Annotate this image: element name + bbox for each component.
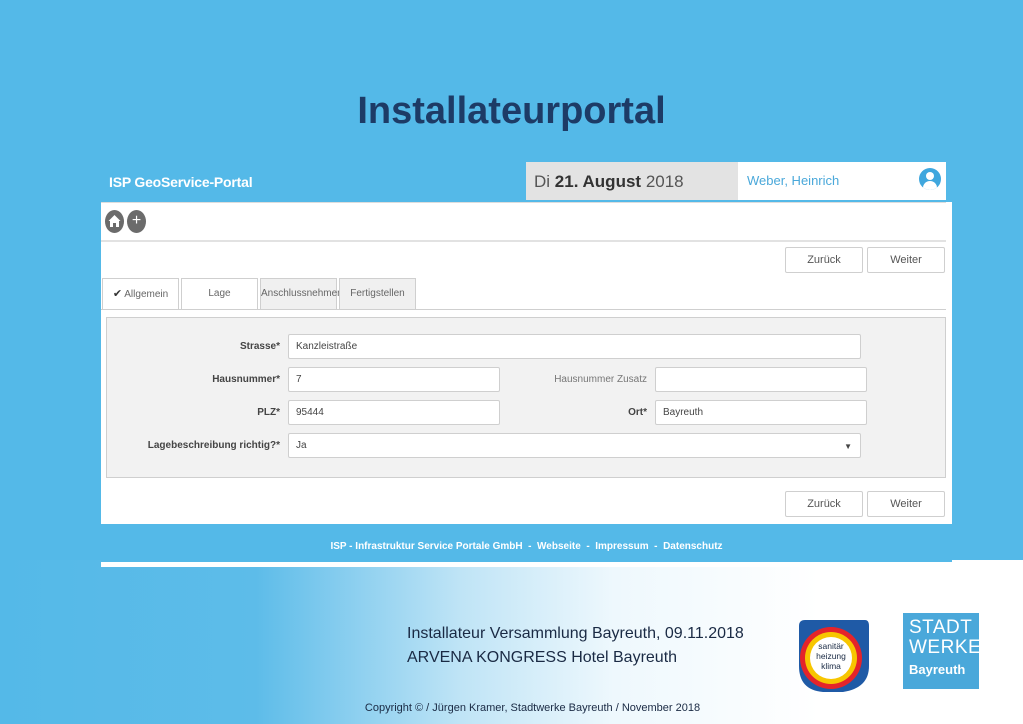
sw-line-3: Bayreuth xyxy=(909,662,966,677)
tab-divider xyxy=(101,309,946,310)
city-label: Ort* xyxy=(628,407,647,418)
shk-logo: sanitär heizung klima xyxy=(793,616,871,694)
shk-line-1: sanitär xyxy=(818,641,844,651)
footer-imprint-link[interactable]: Impressum xyxy=(595,541,648,552)
next-button-bottom[interactable]: Weiter xyxy=(867,491,945,517)
zip-input[interactable]: 95444 xyxy=(288,400,500,425)
plus-icon[interactable]: + xyxy=(127,210,146,233)
user-icon[interactable] xyxy=(919,168,941,190)
shk-line-3: klima xyxy=(821,661,841,671)
portal-brand[interactable]: ISP GeoService-Portal xyxy=(109,174,253,190)
location-select[interactable]: Ja ▼ xyxy=(288,433,861,458)
tab-allgemein[interactable]: ✔ Allgemein xyxy=(102,278,179,310)
user-name[interactable]: Weber, Heinrich xyxy=(738,162,946,200)
back-button-top[interactable]: Zurück xyxy=(785,247,863,273)
portal-window: ISP GeoService-Portal Di 21. August 2018… xyxy=(101,162,952,567)
shk-line-2: heizung xyxy=(816,651,846,661)
sw-line-2: WERKE xyxy=(909,637,982,658)
slide-title: Installateurportal xyxy=(357,90,666,132)
date-year: 2018 xyxy=(645,172,684,191)
copyright-text: Copyright © / Jürgen Kramer, Stadtwerke … xyxy=(364,702,701,714)
check-icon: ✔ xyxy=(112,288,123,300)
portal-footer: ISP - Infrastruktur Service Portale GmbH… xyxy=(101,524,952,562)
event-info: Installateur Versammlung Bayreuth, 09.11… xyxy=(407,622,744,670)
footer-privacy-link[interactable]: Datenschutz xyxy=(663,541,722,552)
location-label: Lagebeschreibung richtig?* xyxy=(147,440,280,451)
house-extra-input[interactable] xyxy=(655,367,867,392)
stadtwerke-logo: STADT WERKE Bayreuth xyxy=(903,613,982,689)
date-weekday: Di xyxy=(534,172,551,191)
home-icon[interactable] xyxy=(105,210,124,233)
footer-company: ISP - Infrastruktur Service Portale GmbH xyxy=(330,541,523,552)
tab-anschlussnehmer[interactable]: Anschlussnehmer xyxy=(260,278,340,310)
street-input[interactable]: Kanzleistraße xyxy=(288,334,861,359)
house-number-label: Hausnummer* xyxy=(212,374,280,385)
caret-down-icon: ▼ xyxy=(844,442,852,451)
back-button-bottom[interactable]: Zurück xyxy=(785,491,863,517)
street-label: Strasse* xyxy=(239,341,280,352)
tab-lage[interactable]: Lage xyxy=(181,278,258,310)
event-line-1: Installateur Versammlung Bayreuth, 09.11… xyxy=(407,625,744,642)
tab-label: Allgemein xyxy=(124,289,169,300)
date-display: Di 21. August 2018 xyxy=(526,162,738,200)
house-number-input[interactable]: 7 xyxy=(288,367,500,392)
zip-label: PLZ* xyxy=(257,407,280,418)
sw-line-1: STADT xyxy=(909,617,973,638)
icon-toolbar: + xyxy=(101,202,946,242)
tab-fertigstellen[interactable]: Fertigstellen xyxy=(339,278,416,310)
city-input[interactable]: Bayreuth xyxy=(655,400,867,425)
next-button-top[interactable]: Weiter xyxy=(867,247,945,273)
footer-website-link[interactable]: Webseite xyxy=(537,541,581,552)
date-day-month: 21. August xyxy=(554,172,642,191)
house-extra-label: Hausnummer Zusatz xyxy=(554,374,647,385)
event-line-2: ARVENA KONGRESS Hotel Bayreuth xyxy=(407,649,678,666)
location-select-value: Ja xyxy=(296,440,307,451)
